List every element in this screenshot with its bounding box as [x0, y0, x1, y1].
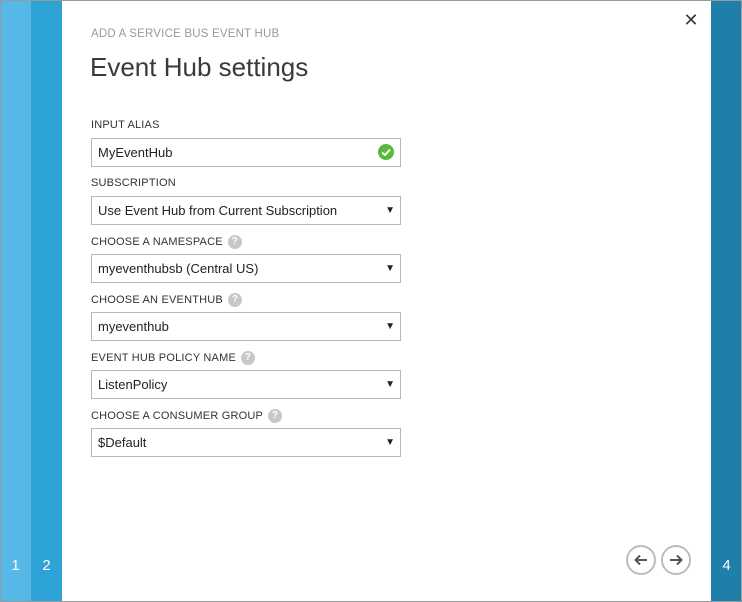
consumer-group-value: $Default — [98, 435, 147, 450]
policy-label-text: EVENT HUB POLICY NAME — [91, 352, 236, 364]
dropdown-arrow-icon: ▼ — [385, 379, 395, 390]
wizard-step-2[interactable]: 2 — [31, 0, 62, 602]
valid-check-icon — [378, 144, 394, 160]
eventhub-label: CHOOSE AN EVENTHUB ? — [91, 293, 242, 307]
input-alias-label: INPUT ALIAS — [91, 119, 160, 131]
next-button[interactable] — [661, 545, 691, 575]
consumer-group-label: CHOOSE A CONSUMER GROUP ? — [91, 409, 283, 423]
namespace-select[interactable]: myeventhubsb (Central US) ▼ — [91, 254, 401, 283]
dropdown-arrow-icon: ▼ — [385, 321, 395, 332]
back-button[interactable] — [626, 545, 656, 575]
eventhub-label-text: CHOOSE AN EVENTHUB — [91, 294, 223, 306]
eventhub-value: myeventhub — [98, 319, 169, 334]
input-alias-label-text: INPUT ALIAS — [91, 119, 160, 131]
wizard-subtitle: ADD A SERVICE BUS EVENT HUB — [91, 28, 280, 40]
consumer-group-select[interactable]: $Default ▼ — [91, 428, 401, 457]
eventhub-select[interactable]: myeventhub ▼ — [91, 312, 401, 341]
policy-value: ListenPolicy — [98, 377, 168, 392]
dropdown-arrow-icon: ▼ — [385, 205, 395, 216]
consumer-group-label-text: CHOOSE A CONSUMER GROUP — [91, 410, 264, 422]
step-number: 1 — [11, 557, 20, 574]
dropdown-arrow-icon: ▼ — [385, 437, 395, 448]
help-icon[interactable]: ? — [241, 351, 255, 365]
arrow-right-icon — [670, 554, 683, 566]
subscription-select[interactable]: Use Event Hub from Current Subscription … — [91, 196, 401, 225]
page-title: Event Hub settings — [90, 52, 309, 82]
subscription-label: SUBSCRIPTION — [91, 177, 176, 189]
namespace-label-text: CHOOSE A NAMESPACE — [91, 236, 223, 248]
arrow-left-icon — [634, 554, 647, 566]
close-icon[interactable]: ✕ — [681, 10, 701, 30]
step-number: 4 — [722, 557, 731, 574]
input-alias-field[interactable]: MyEventHub — [91, 138, 401, 167]
subscription-value: Use Event Hub from Current Subscription — [98, 203, 338, 218]
dropdown-arrow-icon: ▼ — [385, 263, 395, 274]
wizard-step-4[interactable]: 4 — [711, 0, 742, 602]
policy-select[interactable]: ListenPolicy ▼ — [91, 370, 401, 399]
step-number: 2 — [42, 557, 51, 574]
wizard-step-1[interactable]: 1 — [0, 0, 31, 602]
help-icon[interactable]: ? — [268, 409, 283, 423]
input-alias-value: MyEventHub — [98, 145, 173, 160]
subscription-label-text: SUBSCRIPTION — [91, 177, 176, 189]
help-icon[interactable]: ? — [227, 235, 242, 249]
namespace-label: CHOOSE A NAMESPACE ? — [91, 235, 242, 249]
help-icon[interactable]: ? — [227, 293, 242, 307]
namespace-value: myeventhubsb (Central US) — [98, 261, 259, 276]
policy-label: EVENT HUB POLICY NAME ? — [91, 351, 255, 365]
